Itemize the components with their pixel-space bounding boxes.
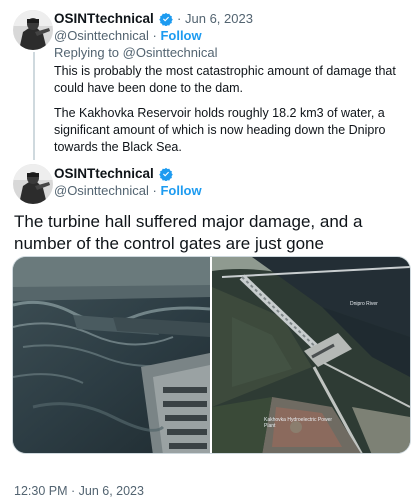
replying-handle[interactable]: @Osinttechnical <box>123 45 218 60</box>
separator-dot: · <box>152 183 157 198</box>
tweet-media[interactable]: Dnipro River Kakhovka Hydroelectric Powe… <box>12 256 411 454</box>
avatar[interactable] <box>13 164 53 204</box>
media-photo-dam[interactable] <box>13 257 210 453</box>
tweet-subheader: @Osinttechnical · Follow <box>54 27 202 44</box>
separator-dot: · <box>152 28 157 43</box>
tweet-date[interactable]: Jun 6, 2023 <box>185 11 253 26</box>
tweet-subheader: @Osinttechnical · Follow <box>54 182 202 199</box>
tweet-timestamp[interactable]: 12:30 PM · Jun 6, 2023 <box>14 484 144 498</box>
display-name[interactable]: OSINTtechnical <box>54 11 154 26</box>
handle[interactable]: @Osinttechnical <box>54 183 149 198</box>
replying-to: Replying to @Osinttechnical <box>54 44 218 61</box>
map-label-plant: Kakhovka Hydroelectric Power Plant <box>264 417 333 429</box>
map-label-river: Dnipro River <box>350 301 378 307</box>
follow-button[interactable]: Follow <box>160 28 201 43</box>
media-satellite-image[interactable]: Dnipro River Kakhovka Hydroelectric Powe… <box>212 257 410 453</box>
display-name[interactable]: OSINTtechnical <box>54 166 154 181</box>
tweet-paragraph: The Kakhovka Reservoir holds roughly 18.… <box>54 106 386 154</box>
avatar[interactable] <box>13 10 53 50</box>
tweet-text: The turbine hall suffered major damage, … <box>14 212 363 253</box>
separator-dot: · <box>177 11 182 26</box>
replying-prefix: Replying to <box>54 45 120 60</box>
tweet-paragraph: This is probably the most catastrophic a… <box>54 64 396 95</box>
handle[interactable]: @Osinttechnical <box>54 28 149 43</box>
thread-connector <box>33 52 35 160</box>
follow-button[interactable]: Follow <box>160 183 201 198</box>
